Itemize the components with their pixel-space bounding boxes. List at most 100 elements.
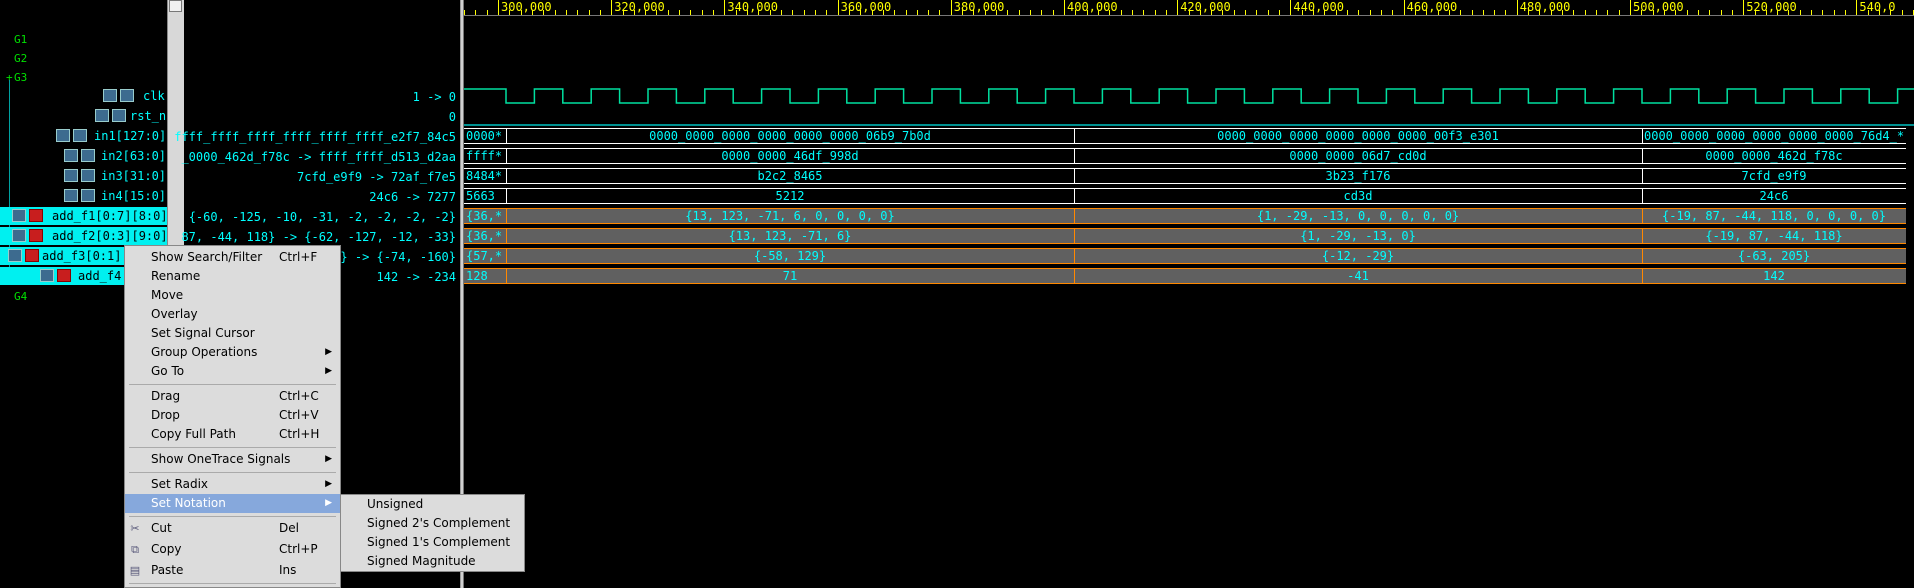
- wave-row-add-f2: {36,* {13, 123, -71, 6} {1, -29, -13, 0}…: [464, 228, 1906, 244]
- timeline-ruler[interactable]: 300,000 320,000 340,000 360,000 380,000 400,0…: [464, 0, 1914, 16]
- group-label[interactable]: G1: [14, 33, 27, 46]
- timeline-minor-tick: [973, 10, 974, 15]
- value-in4: 24c6 -> 7277: [369, 190, 456, 204]
- menu-item-cut[interactable]: ✂ Cut Del: [125, 519, 340, 538]
- timeline-minor-tick: [770, 10, 771, 15]
- value-clk: 1 -> 0: [412, 90, 456, 104]
- menu-item-show-onetrace-signals[interactable]: Show OneTrace Signals ▶: [125, 450, 340, 469]
- wave-first-value: 0000*: [466, 129, 503, 143]
- signal-name-in4[interactable]: in4[15:0]: [101, 189, 166, 203]
- wave-row-add-f3: {57,* {-58, 129} {-12, -29} {-63, 205}: [464, 248, 1906, 264]
- menu-item-paste[interactable]: ▤ Paste Ins: [125, 561, 340, 580]
- timeline-minor-tick: [747, 10, 748, 15]
- edit-icon: [81, 149, 95, 162]
- waveform-pane[interactable]: 0000* 0000_0000_0000_0000_0000_0000_06b9…: [464, 0, 1914, 588]
- menu-item-overlay[interactable]: Overlay: [125, 305, 340, 324]
- timeline-minor-tick: [543, 10, 544, 15]
- menu-item-drop[interactable]: Drop Ctrl+V: [125, 406, 340, 425]
- wave-segment: {-19, 87, -44, 118}: [1705, 229, 1843, 243]
- signal-name-in3[interactable]: in3[31:0]: [101, 169, 166, 183]
- timeline-minor-tick: [1087, 10, 1088, 15]
- signal-name-add-f1[interactable]: add_f1[0:7][8:0]: [52, 209, 168, 223]
- signal-name-add-f4[interactable]: add_f4: [78, 269, 121, 283]
- signal-name-in2[interactable]: in2[63:0]: [101, 149, 166, 163]
- menu-item-go-to[interactable]: Go To ▶: [125, 362, 340, 381]
- timeline-minor-tick: [1834, 10, 1835, 15]
- timeline-minor-tick: [826, 10, 827, 15]
- menu-item-group-operations[interactable]: Group Operations ▶: [125, 343, 340, 362]
- timeline-minor-tick: [1777, 10, 1778, 15]
- signal-icons: [12, 229, 46, 242]
- edit-icon: [81, 189, 95, 202]
- timeline-minor-tick: [1856, 10, 1857, 15]
- analog-icon: [12, 209, 26, 222]
- signal-name-in1[interactable]: in1[127:0]: [94, 129, 166, 143]
- group-label[interactable]: G2: [14, 52, 27, 65]
- timeline-minor-tick: [1562, 10, 1563, 15]
- timeline-minor-tick: [1505, 10, 1506, 15]
- timeline-minor-tick: [1845, 10, 1846, 15]
- timeline-minor-tick: [1268, 10, 1269, 15]
- analog-icon: [95, 109, 109, 122]
- wave-segment: 142: [1763, 269, 1785, 283]
- signal-name-add-f2[interactable]: add_f2[0:3][9:0]: [52, 229, 168, 243]
- menu-item-set-radix[interactable]: Set Radix ▶: [125, 475, 340, 494]
- timeline-minor-tick: [1800, 10, 1801, 15]
- signal-name-rst[interactable]: rst_n: [130, 109, 166, 123]
- timeline-minor-tick: [1064, 10, 1065, 15]
- analog-icon: [40, 269, 54, 282]
- submenu-item-signed-magnitude[interactable]: Signed Magnitude: [367, 552, 476, 571]
- value-add-f4: 142 -> -234: [376, 270, 456, 284]
- wave-segment: 0000_0000_46df_998d: [721, 149, 859, 163]
- timeline-minor-tick: [509, 10, 510, 15]
- context-menu: Show Search/Filter Ctrl+F Rename Move Ove…: [124, 245, 341, 588]
- submenu-item-signed-2s-complement[interactable]: Signed 2's Complement: [367, 514, 510, 533]
- menu-item-set-notation[interactable]: Set Notation ▶: [125, 494, 340, 513]
- menu-item-show-search-filter[interactable]: Show Search/Filter Ctrl+F: [125, 248, 340, 267]
- wave-first-value: ffff*: [466, 149, 503, 163]
- timeline-minor-tick: [1573, 10, 1574, 15]
- timeline-minor-tick: [1641, 10, 1642, 15]
- timeline-minor-tick: [1528, 10, 1529, 15]
- copy-icon: ⧉: [131, 543, 139, 556]
- timeline-minor-tick: [1132, 10, 1133, 15]
- submenu-item-unsigned[interactable]: Unsigned: [367, 495, 423, 514]
- timeline-minor-tick: [1177, 10, 1178, 15]
- menu-item-move[interactable]: Move: [125, 286, 340, 305]
- group-label[interactable]: G3: [14, 71, 27, 84]
- scroll-up-button[interactable]: [169, 0, 182, 12]
- wave-segment: cd3d: [1343, 189, 1373, 203]
- submenu-item-signed-1s-complement[interactable]: Signed 1's Complement: [367, 533, 510, 552]
- timeline-minor-tick: [1222, 10, 1223, 15]
- clk-waveform: [464, 88, 1914, 104]
- timeline-minor-tick: [872, 10, 873, 15]
- timeline-minor-tick: [1460, 10, 1461, 15]
- wave-row-add-f4: 128 71 -41 142: [464, 268, 1906, 284]
- menu-item-copy[interactable]: ⧉ Copy Ctrl+P: [125, 540, 340, 559]
- group-label[interactable]: G4: [14, 290, 27, 303]
- timeline-minor-tick: [487, 10, 488, 15]
- wave-segment: {-63, 205}: [1737, 249, 1811, 263]
- timeline-minor-tick: [1075, 10, 1076, 15]
- timeline-minor-tick: [1041, 10, 1042, 15]
- value-add-f2: 87, -44, 118} -> {-62, -127, -12, -33}: [181, 230, 456, 244]
- timeline-label: 320,000: [614, 0, 665, 14]
- menu-item-set-signal-cursor[interactable]: Set Signal Cursor: [125, 324, 340, 343]
- timeline-minor-tick: [645, 10, 646, 15]
- signal-name-clk[interactable]: clk: [143, 89, 165, 103]
- timeline-minor-tick: [1189, 10, 1190, 15]
- menu-item-rename[interactable]: Rename: [125, 267, 340, 286]
- edit-icon: [112, 109, 126, 122]
- menu-item-copy-full-path[interactable]: Copy Full Path Ctrl+H: [125, 425, 340, 444]
- wave-segment: {-19, 87, -44, 118, 0, 0, 0, 0}: [1662, 209, 1886, 223]
- submenu-arrow-icon: ▶: [325, 347, 332, 357]
- timeline-minor-tick: [1121, 10, 1122, 15]
- timeline-minor-tick: [532, 10, 533, 15]
- timeline-minor-tick: [464, 10, 465, 15]
- timeline-minor-tick: [1890, 10, 1891, 15]
- timeline-minor-tick: [1596, 10, 1597, 15]
- signal-name-add-f3[interactable]: add_f3[0:1]: [42, 249, 121, 263]
- timeline-minor-tick: [656, 10, 657, 15]
- timeline-minor-tick: [1619, 10, 1620, 15]
- menu-item-drag[interactable]: Drag Ctrl+C: [125, 387, 340, 406]
